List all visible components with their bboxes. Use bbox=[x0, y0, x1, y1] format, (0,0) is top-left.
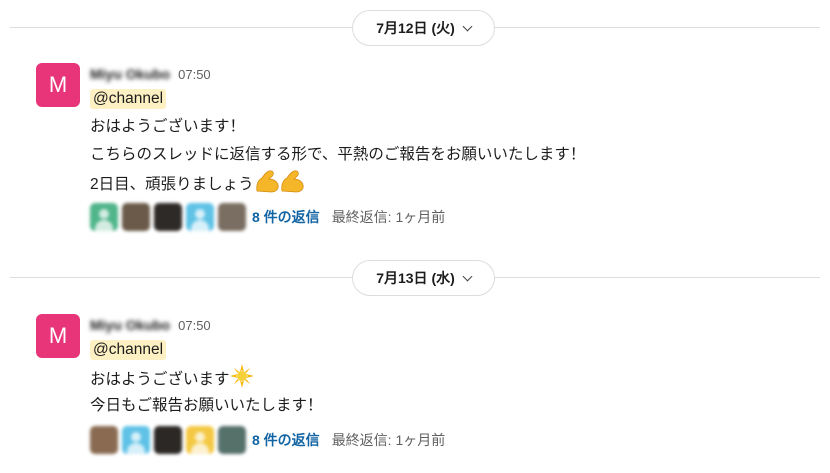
message-feed: 7月12日 (火) M Miyu Okubo 07:50 @channel おは… bbox=[0, 0, 830, 473]
date-divider: 7月12日 (火) bbox=[0, 10, 830, 46]
message-header: Miyu Okubo 07:50 bbox=[90, 65, 211, 83]
last-reply-time: 最終返信: 1ヶ月前 bbox=[331, 209, 446, 225]
reply-count-link[interactable]: 8 件の返信 bbox=[252, 430, 320, 450]
message-line: おはようございます bbox=[90, 371, 230, 388]
user-avatar-icon[interactable] bbox=[186, 426, 214, 454]
message-line: こちらのスレッドに返信する形で、平熱のご報告をお願いいたします！ bbox=[90, 146, 586, 163]
date-divider: 7月13日 (水) bbox=[0, 260, 830, 296]
timestamp[interactable]: 07:50 bbox=[178, 67, 211, 82]
user-avatar-icon[interactable] bbox=[90, 203, 118, 231]
timestamp[interactable]: 07:50 bbox=[178, 318, 211, 333]
user-avatar-icon[interactable] bbox=[122, 426, 150, 454]
reply-avatars bbox=[90, 203, 246, 231]
channel-mention[interactable]: @channel bbox=[90, 89, 167, 109]
message-line: 2日目、頑張りましょう bbox=[90, 176, 254, 193]
user-avatar-icon[interactable] bbox=[90, 426, 118, 454]
date-jump-button[interactable]: 7月13日 (水) bbox=[352, 260, 495, 296]
sender-name[interactable]: Miyu Okubo bbox=[90, 66, 170, 82]
user-avatar-icon[interactable] bbox=[122, 203, 150, 231]
avatar[interactable]: M bbox=[36, 63, 80, 107]
user-avatar-icon[interactable] bbox=[218, 426, 246, 454]
message: M Miyu Okubo 07:50 @channel おはようございます！ こ… bbox=[0, 63, 830, 233]
message: M Miyu Okubo 07:50 @channel おはようございます 今日… bbox=[0, 314, 830, 464]
channel-mention[interactable]: @channel bbox=[90, 340, 167, 360]
avatar-letter: M bbox=[48, 72, 68, 97]
message-line: おはようございます！ bbox=[90, 118, 246, 135]
date-label: 7月12日 (火) bbox=[376, 20, 455, 36]
sender-name[interactable]: Miyu Okubo bbox=[90, 317, 170, 333]
message-line: 今日もご報告お願いいたします！ bbox=[90, 397, 323, 414]
date-label: 7月13日 (水) bbox=[376, 270, 455, 286]
date-jump-button[interactable]: 7月12日 (火) bbox=[352, 10, 495, 46]
message-header: Miyu Okubo 07:50 bbox=[90, 316, 211, 334]
chevron-down-icon bbox=[462, 21, 473, 31]
user-avatar-icon[interactable] bbox=[154, 203, 182, 231]
reply-count-link[interactable]: 8 件の返信 bbox=[252, 207, 320, 227]
avatar-letter: M bbox=[48, 323, 68, 348]
user-avatar-icon[interactable] bbox=[218, 203, 246, 231]
thread-summary[interactable]: 8 件の返信 最終返信: 1ヶ月前 bbox=[90, 201, 445, 233]
flexed-biceps-icon bbox=[254, 169, 306, 203]
chevron-down-icon bbox=[462, 271, 473, 281]
message-body: @channel おはようございます！ こちらのスレッドに返信する形で、平熱のご… bbox=[90, 85, 790, 197]
thread-summary[interactable]: 8 件の返信 最終返信: 1ヶ月前 bbox=[90, 424, 445, 456]
user-avatar-icon[interactable] bbox=[186, 203, 214, 231]
message-body: @channel おはようございます 今日もご報告お願いいたします！ bbox=[90, 336, 790, 420]
reply-avatars bbox=[90, 426, 246, 454]
avatar[interactable]: M bbox=[36, 314, 80, 358]
last-reply-time: 最終返信: 1ヶ月前 bbox=[331, 432, 446, 448]
user-avatar-icon[interactable] bbox=[154, 426, 182, 454]
